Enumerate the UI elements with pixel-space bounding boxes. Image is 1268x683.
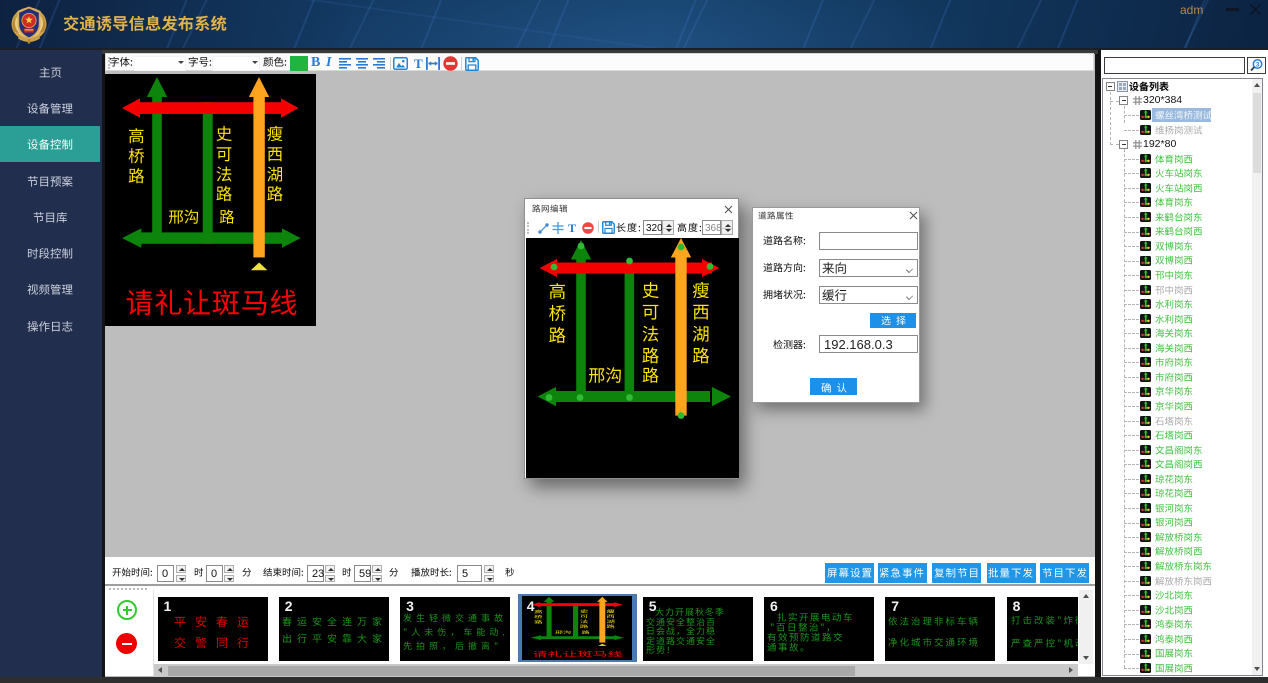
svg-text:3: 3 (1256, 61, 1260, 68)
